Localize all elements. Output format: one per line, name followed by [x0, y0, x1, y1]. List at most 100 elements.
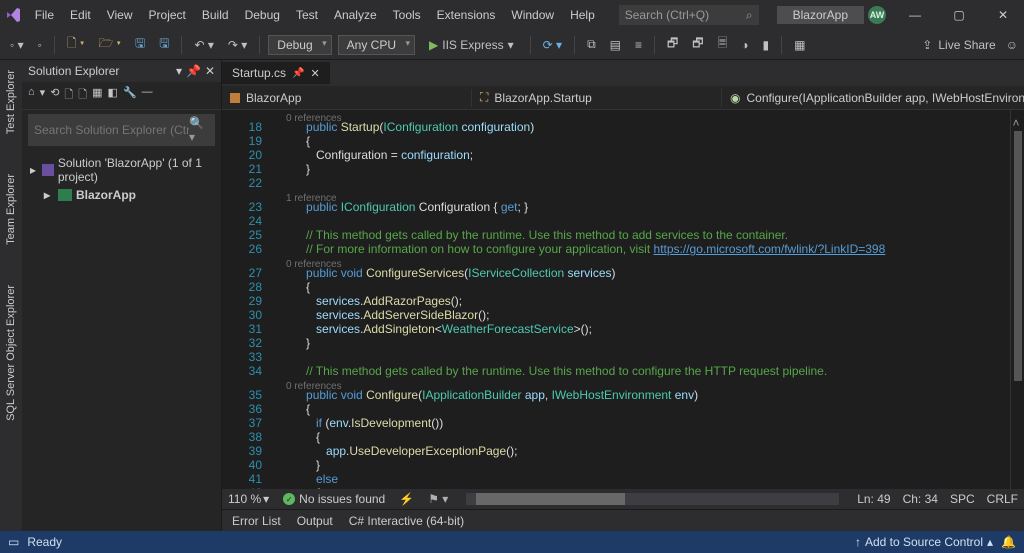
- nav-back-button[interactable]: ◦ ▾: [6, 36, 28, 54]
- tool-button-3[interactable]: 🗏: [714, 32, 732, 57]
- add-source-control-button[interactable]: ↑ Add to Source Control ▴: [855, 535, 993, 549]
- search-placeholder: Search (Ctrl+Q): [625, 8, 709, 22]
- maximize-button[interactable]: ▢: [944, 8, 974, 22]
- close-panel-icon[interactable]: ✕: [205, 64, 215, 78]
- pin-icon[interactable]: 📌: [292, 68, 304, 79]
- flag-icon[interactable]: ⚑ ▾: [428, 492, 448, 506]
- tab-startup-cs[interactable]: Startup.cs 📌 ✕: [222, 62, 330, 84]
- open-button[interactable]: 🗁 ▾: [94, 32, 125, 57]
- fold-column[interactable]: [272, 110, 286, 489]
- nav-project-label: BlazorApp: [246, 91, 301, 105]
- browser-link-refresh-button[interactable]: ⟳ ▾: [539, 36, 566, 54]
- editor-area: Startup.cs 📌 ✕ BlazorApp ⛶ BlazorApp.Sta…: [222, 60, 1024, 531]
- horizontal-scrollbar[interactable]: [466, 493, 839, 505]
- close-tab-icon[interactable]: ✕: [310, 67, 319, 80]
- lightning-icon[interactable]: ⚡: [399, 492, 414, 506]
- quick-search[interactable]: Search (Ctrl+Q) ⌕: [619, 5, 759, 25]
- ok-icon: ✓: [283, 493, 295, 505]
- vs-logo-icon: [6, 6, 23, 24]
- tool-button-5[interactable]: ▮: [758, 36, 773, 54]
- start-debugging-button[interactable]: ▶IIS Express ▾: [421, 36, 522, 54]
- project-node-label: BlazorApp: [76, 188, 136, 202]
- menu-analyze[interactable]: Analyze: [326, 4, 385, 26]
- solution-explorer-search[interactable]: 🔍 ▾: [28, 114, 215, 146]
- notifications-icon[interactable]: 🔔: [1001, 535, 1016, 549]
- menu-window[interactable]: Window: [503, 4, 562, 26]
- vertical-tab-test-explorer[interactable]: Test Explorer: [5, 70, 17, 134]
- save-button[interactable]: 🖫: [131, 32, 149, 57]
- solution-explorer-toolbar: ⌂ ▾ ⟲ 🗋 🗋 ▦ ◧ 🔧 —: [22, 82, 221, 110]
- vertical-tab-sql-server-object-explorer[interactable]: SQL Server Object Explorer: [5, 285, 17, 421]
- menu-view[interactable]: View: [99, 4, 141, 26]
- menu-tools[interactable]: Tools: [385, 4, 429, 26]
- solution-node[interactable]: ▸ Solution 'BlazorApp' (1 of 1 project): [26, 154, 217, 186]
- feedback-button[interactable]: ☺: [1006, 38, 1018, 52]
- menu-debug[interactable]: Debug: [237, 4, 288, 26]
- project-node[interactable]: ▸ BlazorApp: [26, 186, 217, 204]
- sol-tool-2[interactable]: 🗋: [78, 86, 87, 105]
- editor-status-strip: 110 % ▾ ✓ No issues found ⚡ ⚑ ▾ Ln: 49 C…: [222, 489, 1024, 509]
- char-indicator[interactable]: Ch: 34: [903, 492, 938, 506]
- nav-fwd-button[interactable]: ◦: [34, 36, 46, 54]
- code-body[interactable]: 0 references public Startup(IConfigurati…: [286, 110, 1010, 489]
- tool-button-1[interactable]: 🗗: [663, 32, 682, 57]
- nav-type[interactable]: ⛶ BlazorApp.Startup: [472, 88, 722, 107]
- bottom-tool-tabs: Error List Output C# Interactive (64-bit): [222, 509, 1024, 531]
- status-left-icon[interactable]: ▭: [8, 535, 19, 549]
- sol-tool-3[interactable]: ◧: [108, 86, 118, 105]
- standard-toolbar: ◦ ▾ ◦ 🗋 ▾ 🗁 ▾ 🖫 🖫 ↶ ▾ ↷ ▾ Debug Any CPU …: [0, 30, 1024, 60]
- live-share-button[interactable]: ⇪Live Share: [922, 38, 995, 52]
- home-button[interactable]: ⌂: [28, 86, 35, 105]
- menu-test[interactable]: Test: [288, 4, 326, 26]
- tool-button-6[interactable]: ▦: [790, 36, 809, 54]
- properties-button[interactable]: 🔧: [123, 86, 137, 105]
- menu-project[interactable]: Project: [141, 4, 194, 26]
- menu-file[interactable]: File: [27, 4, 62, 26]
- redo-button[interactable]: ↷ ▾: [224, 36, 251, 54]
- zoom-combo[interactable]: 110 % ▾: [228, 492, 269, 506]
- panel-menu-icon[interactable]: ▾: [176, 64, 182, 78]
- menu-extensions[interactable]: Extensions: [429, 4, 504, 26]
- nav-project[interactable]: BlazorApp: [222, 89, 472, 107]
- extension-button-2[interactable]: ▤: [606, 36, 625, 54]
- title-menu-bar: FileEditViewProjectBuildDebugTestAnalyze…: [0, 0, 1024, 30]
- close-window-button[interactable]: ✕: [988, 8, 1018, 22]
- bottom-tab-c-interactive-64-bit-[interactable]: C# Interactive (64-bit): [349, 514, 464, 528]
- solution-explorer-search-input[interactable]: [34, 123, 189, 137]
- pin-panel-icon[interactable]: 📌: [186, 64, 201, 78]
- menu-build[interactable]: Build: [194, 4, 237, 26]
- line-number-gutter: 1819202122232425262728293031323334353637…: [226, 110, 272, 489]
- bottom-tab-error-list[interactable]: Error List: [232, 514, 281, 528]
- line-ending-indicator[interactable]: CRLF: [987, 492, 1018, 506]
- solution-tree[interactable]: ▸ Solution 'BlazorApp' (1 of 1 project) …: [22, 150, 221, 531]
- nav-member[interactable]: ◉ Configure(IApplicationBuilder app, IWe…: [722, 89, 1024, 107]
- menu-edit[interactable]: Edit: [62, 4, 99, 26]
- search-icon: ⌕: [746, 8, 753, 23]
- indent-mode-indicator[interactable]: SPC: [950, 492, 975, 506]
- bottom-tab-output[interactable]: Output: [297, 514, 333, 528]
- issues-indicator[interactable]: ✓ No issues found: [283, 492, 385, 506]
- solution-explorer-panel: Solution Explorer ▾ 📌 ✕ ⌂ ▾ ⟲ 🗋 🗋 ▦ ◧ 🔧 …: [22, 60, 222, 531]
- vertical-tab-team-explorer[interactable]: Team Explorer: [5, 174, 17, 245]
- tool-button-2[interactable]: 🗗: [688, 32, 707, 57]
- tool-button-4[interactable]: ◑: [737, 36, 752, 54]
- solution-name-pill[interactable]: BlazorApp: [777, 6, 864, 24]
- menu-help[interactable]: Help: [562, 4, 603, 26]
- solution-platform-combo[interactable]: Any CPU: [338, 35, 415, 55]
- user-avatar[interactable]: AW: [868, 6, 886, 24]
- new-project-button[interactable]: 🗋 ▾: [63, 32, 88, 57]
- line-indicator[interactable]: Ln: 49: [857, 492, 890, 506]
- extension-button-3[interactable]: ≡: [631, 36, 646, 54]
- save-all-button[interactable]: 🖫: [155, 32, 173, 57]
- show-all-files-button[interactable]: ▦: [92, 86, 102, 105]
- solution-config-combo[interactable]: Debug: [268, 35, 331, 55]
- minimize-button[interactable]: ―: [900, 8, 930, 22]
- code-editor[interactable]: 1819202122232425262728293031323334353637…: [222, 110, 1024, 489]
- vertical-scrollbar[interactable]: ˄: [1010, 110, 1024, 489]
- tab-label: Startup.cs: [232, 66, 286, 80]
- extension-button-1[interactable]: ⧉: [583, 35, 600, 54]
- live-share-label: Live Share: [938, 38, 995, 52]
- sync-button[interactable]: ⟲: [50, 86, 59, 105]
- sol-tool-1[interactable]: 🗋: [64, 86, 73, 105]
- undo-button[interactable]: ↶ ▾: [190, 36, 217, 54]
